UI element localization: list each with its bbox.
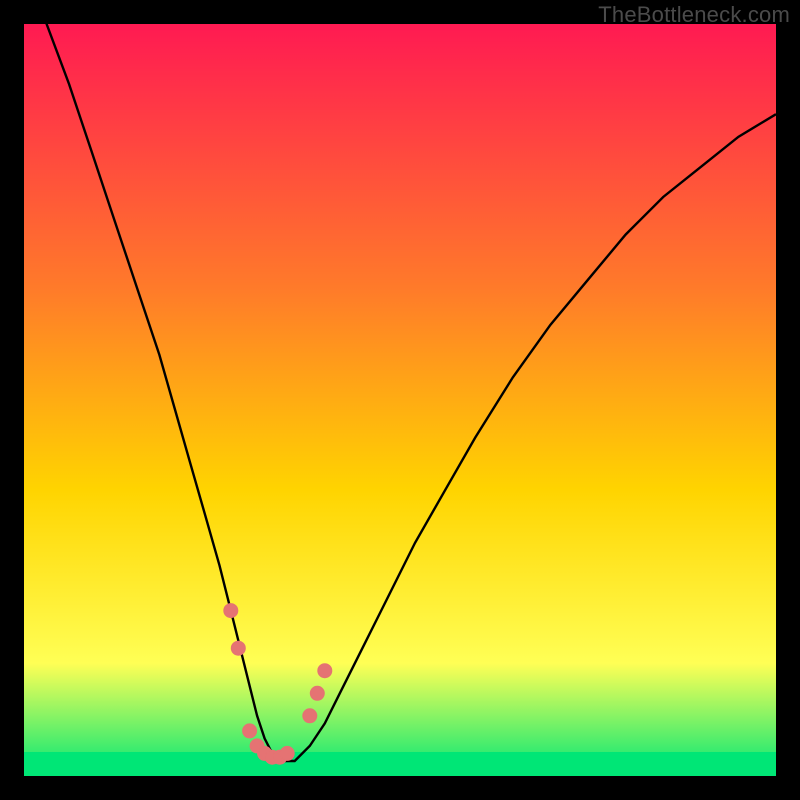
curve-marker bbox=[318, 664, 332, 678]
curve-marker bbox=[280, 746, 294, 760]
bottleneck-chart bbox=[24, 24, 776, 776]
green-band bbox=[24, 752, 776, 776]
curve-marker bbox=[310, 686, 324, 700]
curve-marker bbox=[231, 641, 245, 655]
gradient-background bbox=[24, 24, 776, 776]
curve-marker bbox=[303, 709, 317, 723]
chart-frame bbox=[24, 24, 776, 776]
curve-marker bbox=[224, 604, 238, 618]
curve-marker bbox=[243, 724, 257, 738]
